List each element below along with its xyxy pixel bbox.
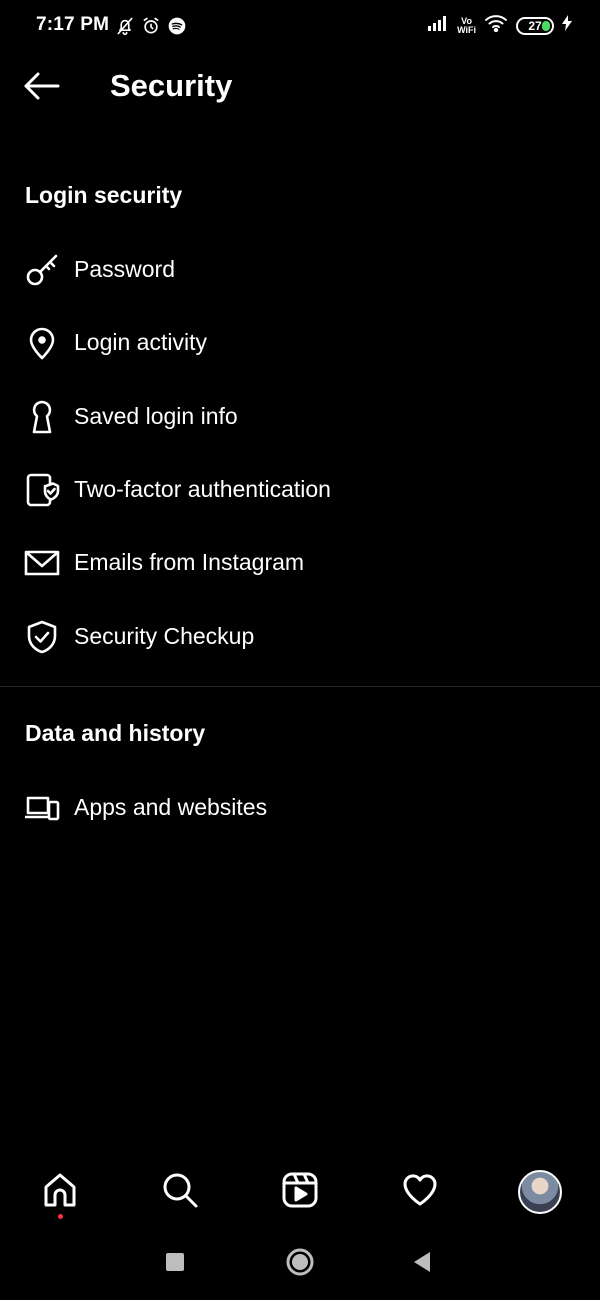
profile-avatar xyxy=(518,1170,562,1214)
menu-item-saved-login-info[interactable]: Saved login info xyxy=(0,387,600,447)
back-button[interactable] xyxy=(22,70,62,106)
arrow-left-icon xyxy=(23,72,61,105)
menu-item-password[interactable]: Password xyxy=(0,240,600,300)
menu-label-saved-login-info: Saved login info xyxy=(74,403,238,429)
devices-icon xyxy=(24,790,60,826)
battery-icon: 27 xyxy=(516,16,554,35)
menu-label-two-factor: Two-factor authentication xyxy=(74,476,331,502)
wifi-icon xyxy=(484,14,508,37)
menu-item-security-checkup[interactable]: Security Checkup xyxy=(0,607,600,667)
nav-search-button[interactable] xyxy=(156,1168,204,1216)
notification-dot xyxy=(58,1214,63,1219)
nav-home-button[interactable] xyxy=(36,1168,84,1216)
charging-icon xyxy=(562,15,572,36)
page-title: Security xyxy=(110,68,233,103)
search-icon xyxy=(161,1171,199,1214)
envelope-icon xyxy=(24,545,60,581)
spotify-icon xyxy=(167,16,187,41)
recents-button[interactable] xyxy=(155,1248,195,1280)
bottom-nav xyxy=(0,1160,600,1224)
home-icon xyxy=(41,1171,79,1214)
keyhole-icon xyxy=(24,399,60,435)
menu-label-apps-websites: Apps and websites xyxy=(74,794,268,820)
back-triangle-icon xyxy=(412,1251,432,1278)
reels-icon xyxy=(281,1171,319,1214)
mute-icon xyxy=(115,16,135,41)
section-title-login-security: Login security xyxy=(25,182,183,208)
system-home-button[interactable] xyxy=(280,1248,320,1280)
alarm-icon xyxy=(141,16,161,41)
nav-profile-button[interactable] xyxy=(516,1168,564,1216)
section-divider xyxy=(0,686,600,687)
status-time: 7:17 PM xyxy=(36,14,110,35)
system-nav-bar xyxy=(0,1236,600,1292)
status-right-icons: Vo WiFi 27 xyxy=(427,14,572,37)
system-back-button[interactable] xyxy=(402,1248,442,1280)
vowifi-bottom-text: WiFi xyxy=(457,24,476,35)
signal-icon xyxy=(427,15,449,36)
battery-level: 27 xyxy=(528,18,542,33)
heart-icon xyxy=(401,1171,439,1214)
nav-activity-button[interactable] xyxy=(396,1168,444,1216)
menu-label-login-activity: Login activity xyxy=(74,329,207,355)
status-bar: 7:17 PM Vo WiFi 27 xyxy=(0,0,600,56)
shield-check-icon xyxy=(24,619,60,655)
location-pin-icon xyxy=(24,325,60,361)
key-icon xyxy=(24,252,60,288)
menu-item-apps-websites[interactable]: Apps and websites xyxy=(0,778,600,838)
header: Security xyxy=(0,56,600,120)
recents-icon xyxy=(165,1252,185,1277)
status-left-icons xyxy=(115,16,187,41)
menu-item-two-factor[interactable]: Two-factor authentication xyxy=(0,460,600,520)
home-circle-icon xyxy=(285,1247,315,1282)
menu-item-emails[interactable]: Emails from Instagram xyxy=(0,533,600,593)
section-title-data-history: Data and history xyxy=(25,720,206,746)
nav-reels-button[interactable] xyxy=(276,1168,324,1216)
phone-shield-icon xyxy=(24,472,60,508)
menu-item-login-activity[interactable]: Login activity xyxy=(0,313,600,373)
vowifi-icon: Vo WiFi xyxy=(457,16,476,35)
menu-label-emails: Emails from Instagram xyxy=(74,549,305,575)
menu-label-security-checkup: Security Checkup xyxy=(74,623,255,649)
menu-label-password: Password xyxy=(74,256,175,282)
battery-fill xyxy=(542,20,550,31)
